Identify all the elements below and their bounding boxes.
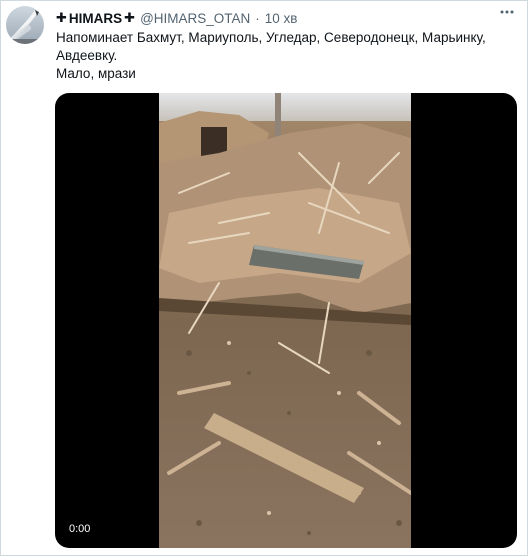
separator-dot: · [255, 10, 260, 26]
author-name-text: HIMARS [68, 10, 123, 26]
rocket-launch-avatar-icon [6, 6, 44, 44]
tweet-timestamp[interactable]: 10 хв [265, 11, 298, 26]
author-handle[interactable]: @HIMARS_OTAN [140, 11, 250, 26]
tweet-text-line: Мало, мрази [56, 66, 136, 81]
cross-icon: ✚ [56, 10, 67, 25]
more-horizontal-icon [500, 10, 514, 14]
tweet[interactable]: ✚ HIMARS ✚ @HIMARS_OTAN · 10 хв Напомина… [0, 0, 528, 556]
avatar[interactable] [6, 6, 44, 44]
tweet-header: ✚ HIMARS ✚ @HIMARS_OTAN · 10 хв [56, 8, 297, 28]
more-options-button[interactable] [496, 3, 518, 25]
tweet-text-line: Напоминает Бахмут, Мариуполь, Угледар, С… [56, 30, 486, 45]
video-duration: 0:00 [65, 522, 95, 536]
cross-icon: ✚ [124, 10, 136, 25]
video-thumbnail [159, 93, 411, 548]
video-player[interactable]: 0:00 [55, 93, 517, 548]
tweet-text: Напоминает Бахмут, Мариуполь, Угледар, С… [56, 29, 516, 83]
author-name[interactable]: ✚ HIMARS ✚ [56, 10, 135, 26]
tweet-text-line: Авдеевку. [56, 48, 118, 63]
